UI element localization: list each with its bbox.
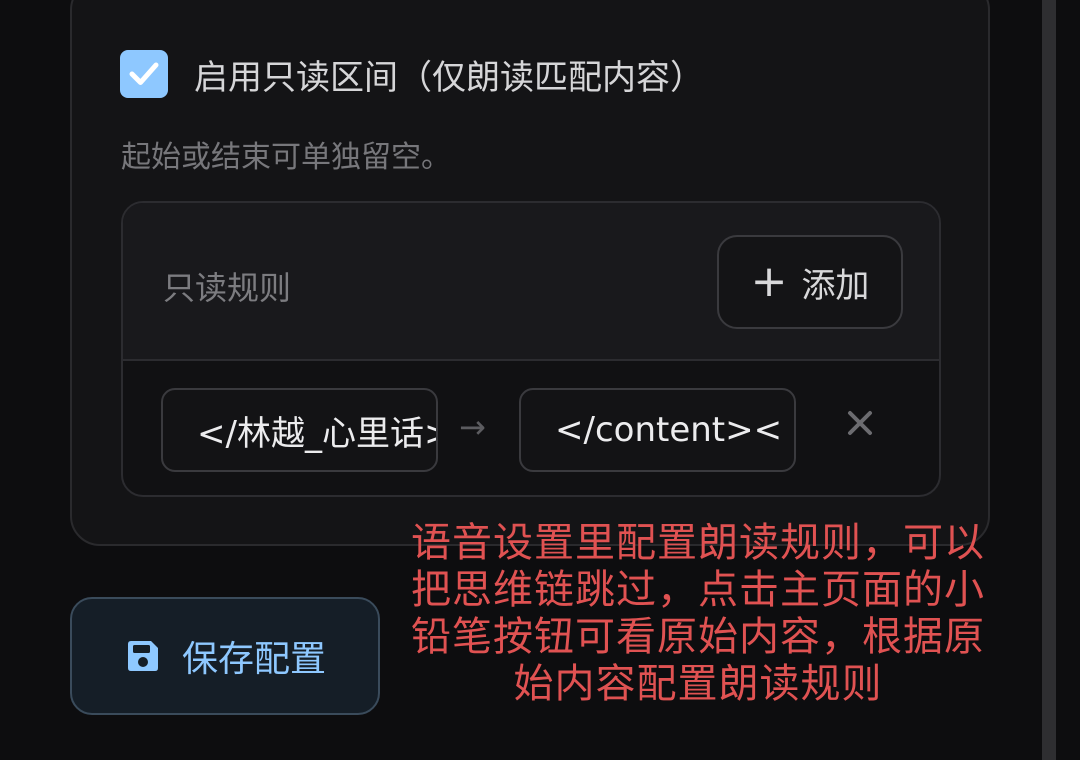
readonly-toggle-label: 启用只读区间（仅朗读匹配内容）: [194, 57, 704, 98]
checkmark-icon: [129, 62, 159, 85]
add-rule-label: 添加: [801, 265, 870, 306]
page: 启用只读区间（仅朗读匹配内容） 起始或结束可单独留空。 只读规则 + 添加 </…: [0, 0, 1080, 760]
plus-icon: +: [750, 256, 788, 307]
scrollbar[interactable]: [1042, 0, 1056, 760]
rule-end-input[interactable]: </content><: [519, 388, 796, 472]
rules-header: 只读规则 + 添加: [123, 203, 939, 361]
rule-start-input[interactable]: </林越_心里话>: [161, 388, 438, 472]
add-rule-button[interactable]: + 添加: [717, 235, 903, 329]
floppy-disk-icon: [127, 641, 158, 671]
rules-title: 只读规则: [163, 269, 292, 307]
save-config-button[interactable]: 保存配置: [70, 597, 380, 715]
hint-text: 起始或结束可单独留空。: [121, 140, 451, 175]
readonly-rules-panel: 只读规则 + 添加 </林越_心里话> → </content><: [121, 201, 941, 497]
delete-rule-button[interactable]: [845, 406, 875, 444]
annotation-text: 语音设置里配置朗读规则，可以把思维链跳过，点击主页面的小铅笔按钮可看原始内容，根…: [411, 520, 985, 707]
readonly-toggle-row[interactable]: 启用只读区间（仅朗读匹配内容）: [120, 50, 704, 98]
readonly-checkbox[interactable]: [120, 50, 168, 98]
arrow-right-icon: →: [459, 408, 486, 446]
close-icon: [848, 411, 872, 435]
save-config-label: 保存配置: [181, 639, 326, 680]
